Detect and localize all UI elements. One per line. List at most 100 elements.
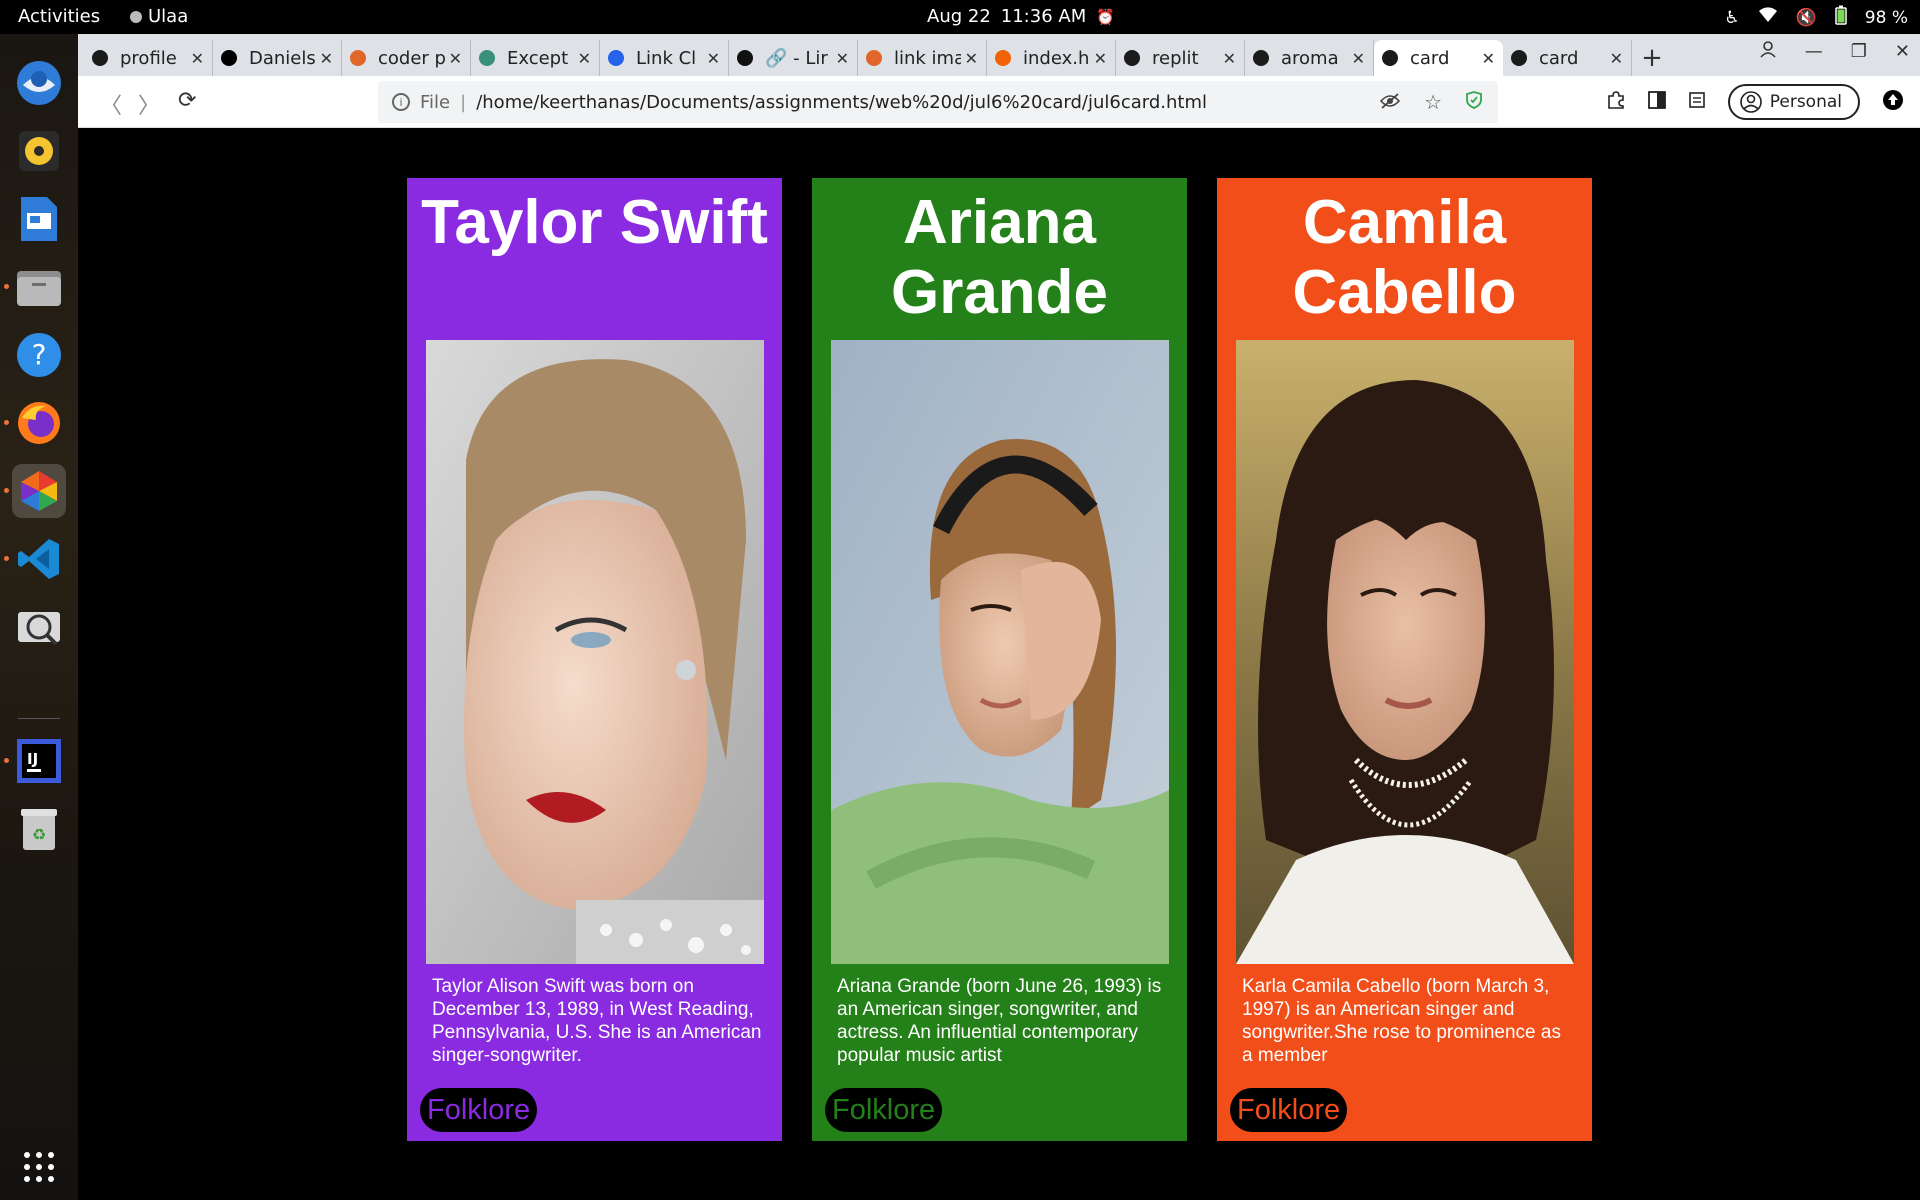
- card-bio: Karla Camila Cabello (born March 3, 1997…: [1242, 976, 1561, 1066]
- tab-label: replit: [1152, 47, 1199, 69]
- app-menu[interactable]: Ulaa: [130, 6, 188, 27]
- thunderbird-icon[interactable]: [12, 56, 66, 110]
- vscode-icon[interactable]: [4, 532, 66, 586]
- card-title: Ariana Grande: [890, 188, 1109, 327]
- tab-close-icon[interactable]: ✕: [1610, 49, 1623, 68]
- battery-icon[interactable]: [1835, 5, 1847, 30]
- browser-tab[interactable]: coder p ✕: [342, 40, 471, 76]
- site-info-icon[interactable]: i: [392, 93, 410, 111]
- tab-favicon-icon: [866, 50, 882, 66]
- card-bio: Taylor Alison Swift was born on December…: [432, 976, 762, 1066]
- rhythmbox-icon[interactable]: [12, 124, 66, 178]
- update-icon[interactable]: [1882, 89, 1904, 115]
- tab-close-icon[interactable]: ✕: [449, 49, 462, 68]
- card-title: Camila Cabello: [1292, 188, 1517, 327]
- tab-close-icon[interactable]: ✕: [965, 49, 978, 68]
- accessibility-icon[interactable]: ♿: [1724, 8, 1739, 28]
- image-viewer-icon[interactable]: [12, 600, 66, 654]
- tab-favicon-icon: [737, 50, 753, 66]
- browser-tab[interactable]: card ✕: [1374, 40, 1503, 76]
- browser-tab[interactable]: Daniels ✕: [213, 40, 342, 76]
- camila-cabello-photo: [1236, 340, 1574, 964]
- browser-tab[interactable]: profile ✕: [84, 40, 213, 76]
- profile-button[interactable]: Personal: [1727, 84, 1860, 120]
- card-bio: Ariana Grande (born June 26, 1993) is an…: [837, 976, 1162, 1066]
- clock-date: Aug 22: [927, 6, 991, 27]
- activities-button[interactable]: Activities: [18, 6, 100, 27]
- browser-tab[interactable]: card ✕: [1503, 40, 1632, 76]
- back-icon[interactable]: 〈: [100, 88, 122, 120]
- extensions-puzzle-icon[interactable]: [1606, 90, 1626, 115]
- files-icon[interactable]: [4, 260, 66, 314]
- libreoffice-impress-icon[interactable]: [12, 192, 66, 246]
- tab-close-icon[interactable]: ✕: [578, 49, 591, 68]
- ulaa-browser-icon[interactable]: [4, 464, 66, 518]
- artist-card-camila-cabello: Camila Cabello Karla Camila Cabello (bor…: [1217, 178, 1592, 1141]
- trash-icon[interactable]: ♻: [12, 802, 66, 856]
- dock-separator: [18, 718, 60, 719]
- close-window-icon[interactable]: ✕: [1895, 41, 1910, 62]
- tab-favicon-icon: [1124, 50, 1140, 66]
- tab-favicon-icon: [350, 50, 366, 66]
- card-title: Taylor Swift: [421, 188, 768, 257]
- browser-toolbar: 〈 〉 ⟳ i File | /home/keerthanas/Document…: [78, 76, 1920, 128]
- browser-tab[interactable]: Link Cl ✕: [600, 40, 729, 76]
- tab-close-icon[interactable]: ✕: [1223, 49, 1236, 68]
- system-tray[interactable]: ♿ 🔇 98 %: [1724, 5, 1908, 30]
- tab-strip: profile ✕ Daniels ✕ coder p ✕ Except ✕ Link Cl ✕ 🔗…: [78, 34, 1920, 76]
- shield-icon[interactable]: [1466, 90, 1482, 114]
- minimize-icon[interactable]: —: [1805, 41, 1823, 62]
- window-controls: — ❐ ✕: [1759, 40, 1910, 63]
- wifi-icon[interactable]: [1758, 7, 1778, 28]
- tab-favicon-icon: [995, 50, 1011, 66]
- intellij-idea-icon[interactable]: IJ: [4, 734, 66, 788]
- tab-favicon-icon: [221, 50, 237, 66]
- folklore-button[interactable]: Folklore: [420, 1088, 538, 1132]
- tab-close-icon[interactable]: ✕: [707, 49, 720, 68]
- folklore-button[interactable]: Folklore: [825, 1088, 943, 1132]
- tab-label: 🔗 - Lir: [765, 47, 828, 69]
- clock[interactable]: Aug 22 11:36 AM ⏰: [927, 6, 1115, 27]
- toolbar-actions: Personal: [1606, 84, 1904, 120]
- browser-tab[interactable]: link ima ✕: [858, 40, 987, 76]
- app-menu-label: Ulaa: [148, 6, 189, 27]
- reading-list-icon[interactable]: [1688, 91, 1706, 113]
- browser-tab[interactable]: 🔗 - Lir ✕: [729, 40, 858, 76]
- tab-close-icon[interactable]: ✕: [1482, 49, 1495, 68]
- tab-label: card: [1539, 47, 1579, 69]
- firefox-icon[interactable]: [4, 396, 66, 450]
- tab-label: Link Cl: [636, 47, 697, 69]
- tab-close-icon[interactable]: ✕: [836, 49, 849, 68]
- url-text[interactable]: /home/keerthanas/Documents/assignments/w…: [476, 92, 1207, 113]
- show-apps-grid-icon[interactable]: [12, 1140, 66, 1194]
- bookmark-star-icon[interactable]: ☆: [1424, 90, 1442, 114]
- browser-tab[interactable]: Except ✕: [471, 40, 600, 76]
- tab-label: profile: [120, 47, 177, 69]
- new-tab-button[interactable]: +: [1632, 40, 1672, 76]
- profile-switch-icon[interactable]: [1759, 40, 1777, 63]
- browser-tab[interactable]: aroma ✕: [1245, 40, 1374, 76]
- forward-icon[interactable]: 〉: [138, 88, 160, 120]
- svg-text:IJ: IJ: [27, 750, 38, 768]
- tab-close-icon[interactable]: ✕: [191, 49, 204, 68]
- help-icon[interactable]: ?: [12, 328, 66, 382]
- tab-favicon-icon: [608, 50, 624, 66]
- restore-icon[interactable]: ❐: [1851, 41, 1867, 62]
- browser-tab[interactable]: index.h ✕: [987, 40, 1116, 76]
- tab-label: card: [1410, 47, 1450, 69]
- sidebar-icon[interactable]: [1647, 91, 1666, 113]
- browser-tab[interactable]: replit ✕: [1116, 40, 1245, 76]
- scheme-divider: |: [460, 91, 467, 113]
- reload-icon[interactable]: ⟳: [178, 88, 196, 113]
- tracking-eye-off-icon[interactable]: [1379, 90, 1401, 114]
- alarm-icon: ⏰: [1096, 7, 1115, 26]
- folklore-button[interactable]: Folklore: [1230, 1088, 1348, 1132]
- tab-close-icon[interactable]: ✕: [1094, 49, 1107, 68]
- ariana-grande-photo: [831, 340, 1169, 964]
- artist-card-ariana-grande: Ariana Grande Ariana Grande (born June 2…: [812, 178, 1187, 1141]
- tab-close-icon[interactable]: ✕: [1352, 49, 1365, 68]
- volume-muted-icon[interactable]: 🔇: [1796, 8, 1817, 28]
- tab-close-icon[interactable]: ✕: [320, 49, 333, 68]
- address-bar[interactable]: i File | /home/keerthanas/Documents/assi…: [378, 81, 1498, 123]
- system-top-bar: Activities Ulaa Aug 22 11:36 AM ⏰ ♿ 🔇 98…: [0, 0, 1920, 34]
